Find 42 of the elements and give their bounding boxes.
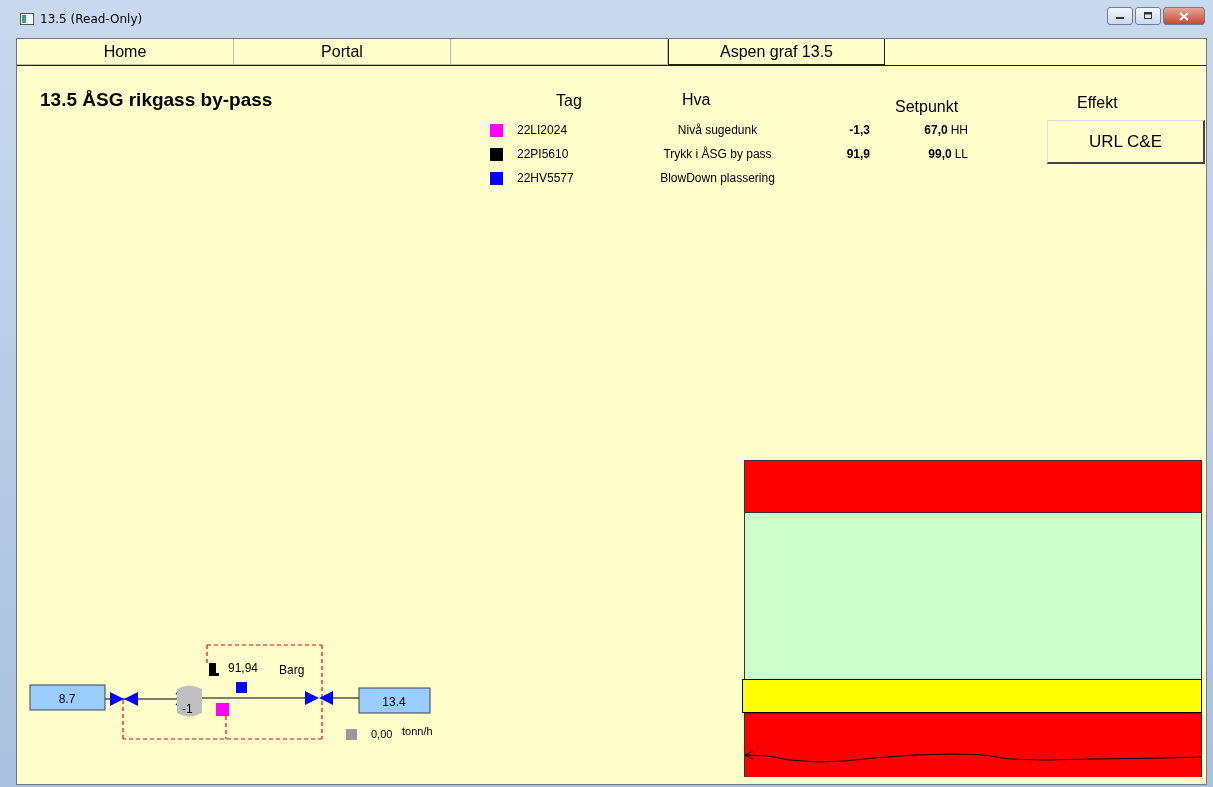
tag-marker-icon [236,682,247,693]
url-button[interactable]: URL C&E [1047,120,1205,164]
column-header: Hva [681,90,712,110]
value: -1,3 [848,123,870,137]
tab[interactable]: Home [17,39,234,65]
setpoint-value: 99,0 [928,147,952,161]
tag-name: 22HV5577 [516,171,575,185]
tag-name: 22PI5610 [516,147,570,161]
description: BlowDown plassering [659,171,776,185]
column-header: Tag [555,91,583,111]
tag-name: 22LI2024 [516,123,569,137]
minimize-button[interactable] [1107,7,1133,25]
maximize-button[interactable] [1135,7,1161,25]
tab[interactable]: Aspen graf 13.5 [668,39,885,65]
vessel-level: -1 [182,702,193,716]
valve-icon [110,692,138,706]
flow-value: 0,00 [371,728,393,740]
column-header: Effekt [1076,93,1119,113]
value: 91,9 [845,147,870,161]
outlet-value: 13.4 [382,695,406,709]
page-title: 13.5 ÅSG rikgass by-pass [39,88,274,112]
tag-marker-icon [216,703,229,716]
inlet-value: 8.7 [58,692,76,706]
description: Nivå sugedunk [676,123,759,137]
limit-label: LL [954,147,968,161]
maximize-icon [1143,12,1153,20]
description: Trykk i ÅSG by pass [662,147,773,161]
column-header: Setpunkt [894,97,960,117]
pressure-unit: Barg [279,663,305,677]
window-title: 13.5 (Read-Only) [40,12,143,26]
flow-unit: tonn/h [402,725,433,737]
close-button[interactable] [1163,7,1205,25]
flow-marker-icon [346,729,357,740]
limit-label: HH [950,123,968,137]
close-icon [1179,11,1189,21]
tag-marker-icon [209,663,219,676]
vessel-icon [177,685,202,717]
valve-icon [305,691,333,705]
app-icon [20,13,34,25]
pressure-value: 91,94 [228,661,259,675]
setpoint-value: 67,0 [924,123,948,137]
tab[interactable]: Portal [234,39,451,65]
